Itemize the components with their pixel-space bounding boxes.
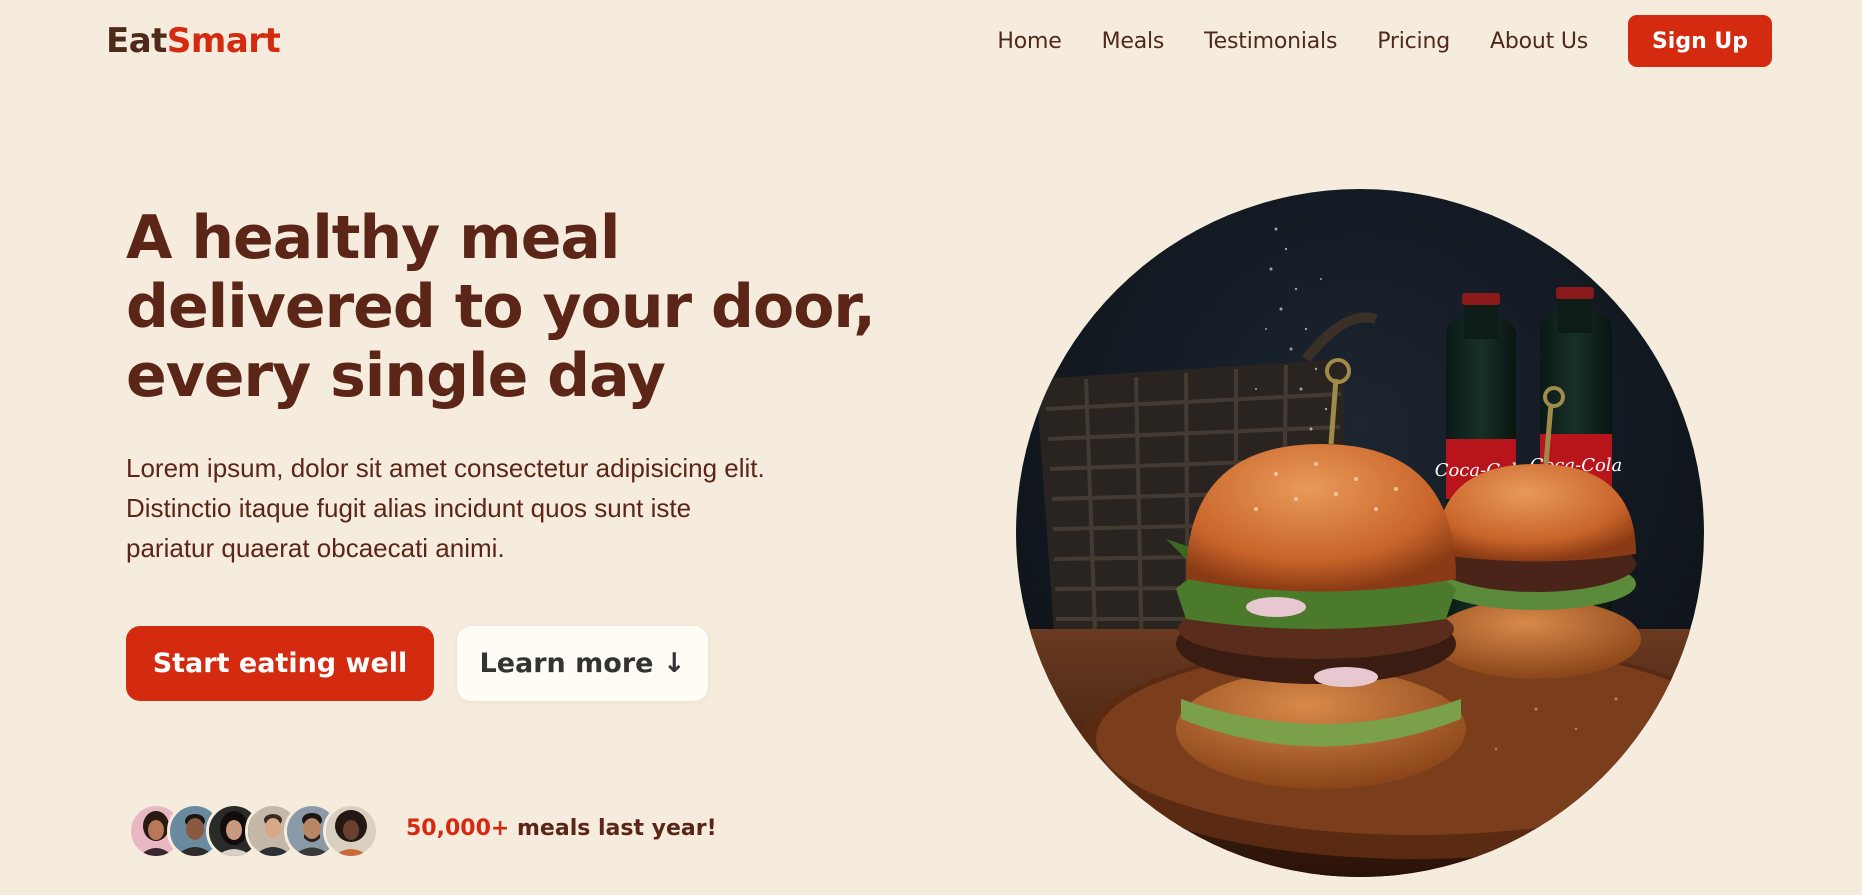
nav-testimonials-link[interactable]: Testimonials <box>1204 29 1337 54</box>
main-nav: Home Meals Testimonials Pricing About Us… <box>997 15 1772 67</box>
hero-title: A healthy meal delivered to your door, e… <box>126 204 886 411</box>
hero-description-line-2: Distinctio itaque fugit alias incidunt q… <box>126 493 692 523</box>
site-header: EatSmart Home Meals Testimonials Pricing… <box>0 0 1862 82</box>
learn-more-button[interactable]: Learn more ↓ <box>457 626 708 701</box>
avatar <box>323 803 379 859</box>
brand-name-part2: Smart <box>166 21 281 61</box>
hero-description-line-3: pariatur quaerat obcaecati animi. <box>126 533 505 563</box>
brand-logo[interactable]: EatSmart <box>106 21 281 61</box>
customer-avatars <box>128 803 379 859</box>
meals-count: 50,000+ <box>406 816 510 841</box>
meals-label: meals last year! <box>509 816 717 841</box>
hero-title-line-2: delivered to your door, <box>126 272 876 342</box>
landing-page: EatSmart Home Meals Testimonials Pricing… <box>0 0 1862 895</box>
hero-burger-image: Coca-Cola Coca-Cola <box>1016 189 1704 877</box>
start-eating-well-button[interactable]: Start eating well <box>126 626 434 701</box>
nav-home-link[interactable]: Home <box>997 29 1061 54</box>
nav-meals-link[interactable]: Meals <box>1102 29 1165 54</box>
brand-name-part1: Eat <box>106 21 167 61</box>
sign-up-button[interactable]: Sign Up <box>1628 15 1772 67</box>
hero-description-line-1: Lorem ipsum, dolor sit amet consectetur … <box>126 453 765 483</box>
hero-description: Lorem ipsum, dolor sit amet consectetur … <box>126 448 926 568</box>
nav-pricing-link[interactable]: Pricing <box>1377 29 1450 54</box>
hero-title-line-1: A healthy meal <box>126 203 620 273</box>
meals-count-text: 50,000+ meals last year! <box>406 816 717 841</box>
hero-title-line-3: every single day <box>126 341 666 411</box>
nav-about-link[interactable]: About Us <box>1490 29 1588 54</box>
